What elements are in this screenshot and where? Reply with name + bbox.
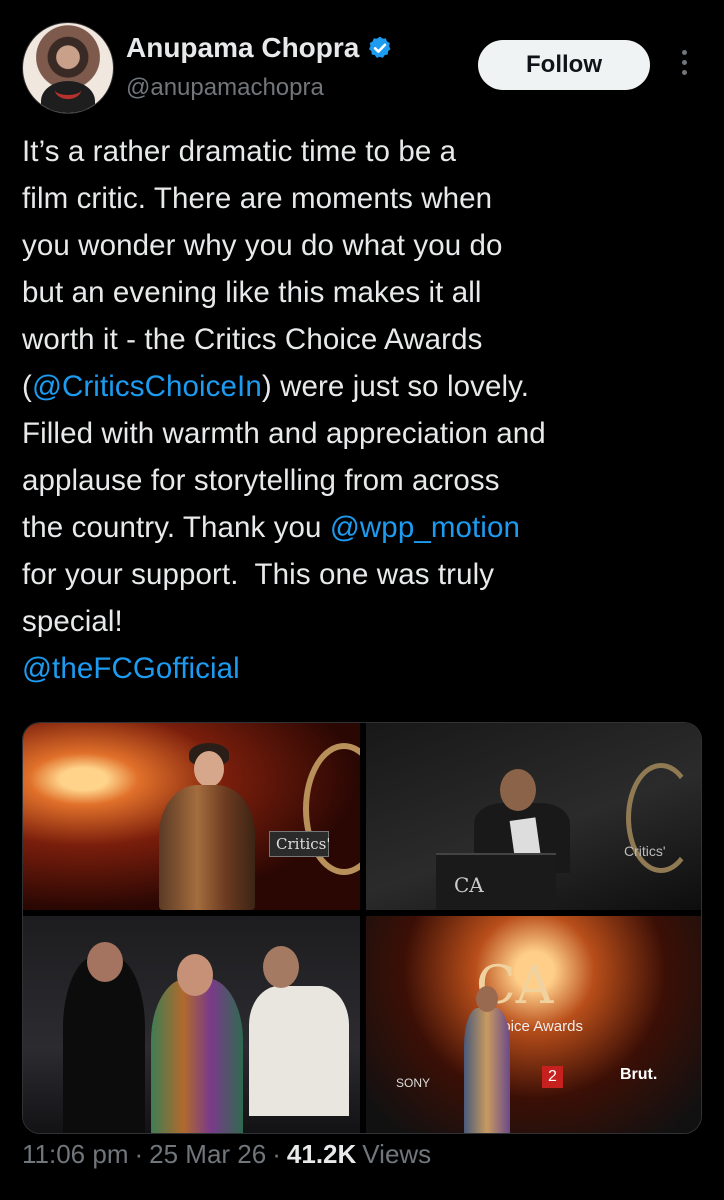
avatar[interactable] xyxy=(22,22,114,114)
person-head xyxy=(194,751,224,787)
tweet-text: It’s a rather dramatic time to be a film… xyxy=(22,128,702,692)
person-white-jacket xyxy=(249,986,349,1116)
speaker-head xyxy=(500,769,536,811)
tweet-text-segment: It’s a rather dramatic time to be a film… xyxy=(22,135,503,403)
tweet-meta: 11:06 pm · 25 Mar 26 · 41.2K Views xyxy=(22,1134,431,1174)
person-black-dress xyxy=(63,956,145,1133)
speaker-head xyxy=(476,986,498,1012)
sponsor-channel: 2 xyxy=(542,1066,563,1088)
person-head xyxy=(177,954,213,996)
tweet-header: Anupama Chopra @anupamachopra Follow xyxy=(22,22,702,114)
views-label[interactable]: Views xyxy=(362,1139,431,1170)
photo-4[interactable]: CA hoice Awards SONY 2 Brut. xyxy=(366,916,701,1133)
speech-paper xyxy=(509,817,541,857)
views-count[interactable]: 41.2K xyxy=(287,1139,356,1170)
tweet-date[interactable]: 25 Mar 26 xyxy=(149,1139,266,1170)
speaker-saree xyxy=(464,1008,510,1133)
mention-link[interactable]: @theFCGofficial xyxy=(22,652,240,685)
podium-logo: CA xyxy=(454,873,484,897)
avatar-necklace xyxy=(55,81,81,99)
verified-badge-icon xyxy=(369,36,391,58)
critics-sign: Critics' xyxy=(624,843,666,859)
meta-separator: · xyxy=(272,1138,281,1169)
photo-3[interactable] xyxy=(23,916,360,1133)
meta-separator: · xyxy=(134,1138,144,1169)
critics-sign: Critics' xyxy=(269,831,331,857)
photo-2[interactable]: CA Critics' xyxy=(366,723,701,910)
author-handle[interactable]: @anupamachopra xyxy=(126,74,324,102)
media-grid: Critics' CA Critics' CA hoice Awards SON… xyxy=(22,722,702,1134)
author-display-name[interactable]: Anupama Chopra xyxy=(126,32,359,64)
author-name-row[interactable]: Anupama Chopra xyxy=(126,32,393,64)
sponsor-sony: SONY xyxy=(396,1076,431,1090)
tweet-time[interactable]: 11:06 pm xyxy=(22,1139,128,1170)
person-head xyxy=(263,946,299,988)
follow-button[interactable]: Follow xyxy=(478,40,650,90)
more-vertical-icon[interactable] xyxy=(674,50,694,80)
mention-link[interactable]: @CriticsChoiceIn xyxy=(32,370,262,403)
person-shawl xyxy=(159,785,255,910)
tweet-text-segment: for your support. This one was truly spe… xyxy=(22,558,495,638)
person-striped-outfit xyxy=(151,978,243,1133)
photo-1[interactable]: Critics' xyxy=(23,723,360,910)
person-head xyxy=(87,942,123,982)
mention-link[interactable]: @wpp_motion xyxy=(330,511,520,544)
sponsor-brut: Brut. xyxy=(620,1066,658,1083)
